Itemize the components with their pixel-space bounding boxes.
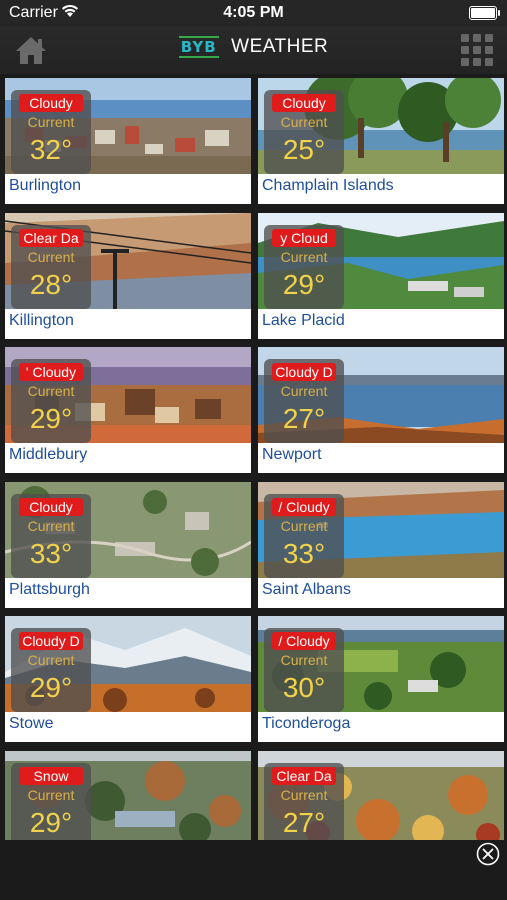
- weather-badge: Cloudy Current 25°: [264, 90, 344, 174]
- city-name: Plattsburgh: [9, 580, 90, 598]
- city-name: Saint Albans: [262, 580, 351, 598]
- weather-badge: Cloudy Current 32°: [11, 90, 91, 174]
- location-tile[interactable]: Clear Da Current 28° Killington: [5, 212, 251, 339]
- close-icon[interactable]: [476, 842, 500, 866]
- current-label: Current: [27, 517, 75, 534]
- weather-badge: Snow Current 29°: [11, 762, 91, 840]
- location-tile[interactable]: y Cloud Current 29° Lake Placid: [258, 212, 504, 339]
- temperature: 25°: [282, 134, 326, 165]
- weather-badge: Cloudy D Current 27°: [264, 359, 344, 443]
- condition-label: Cloudy D: [19, 632, 83, 650]
- condition-label: / Cloudy: [272, 497, 336, 516]
- location-tile[interactable]: / Cloudy Current 30° Ticonderoga: [258, 616, 504, 742]
- location-tile[interactable]: Cloudy Current 33° Plattsburgh: [5, 481, 251, 608]
- city-name: Stowe: [9, 715, 54, 732]
- city-name: Champlain Islands: [262, 177, 394, 194]
- weather-badge: Clear Da Current 28°: [11, 224, 91, 309]
- page-title: WEATHER: [231, 36, 329, 57]
- temperature: 29°: [282, 268, 326, 300]
- temperature: 32°: [29, 134, 73, 165]
- byb-logo: BYB: [178, 36, 219, 58]
- city-name: Middlebury: [9, 446, 88, 463]
- weather-badge: / Cloudy Current 30°: [264, 628, 344, 712]
- location-tile[interactable]: Cloudy D Current 29° Stowe: [5, 616, 251, 742]
- temperature: 29°: [29, 403, 73, 434]
- nav-bar: BYB WEATHER: [0, 26, 507, 74]
- weather-badge: ' Cloudy Current 29°: [11, 359, 91, 443]
- current-label: Current: [27, 248, 75, 265]
- current-label: Current: [27, 652, 75, 668]
- condition-label: Cloudy: [272, 94, 336, 112]
- temperature: 28°: [29, 268, 73, 300]
- condition-label: Clear Da: [19, 228, 83, 247]
- location-tile[interactable]: Cloudy Current 32° Burlington: [5, 78, 251, 204]
- current-label: Current: [27, 786, 75, 803]
- location-grid: Cloudy Current 32° Burlington Cloudy Current…: [0, 74, 507, 840]
- temperature: 29°: [29, 806, 73, 838]
- condition-label: y Cloud: [272, 228, 336, 247]
- weather-badge: y Cloud Current 29°: [264, 224, 344, 309]
- condition-label: ' Cloudy: [19, 363, 83, 381]
- current-label: Current: [280, 383, 328, 399]
- condition-label: / Cloudy: [272, 632, 336, 650]
- temperature: 33°: [29, 537, 73, 569]
- location-tile[interactable]: ' Cloudy Current 29° Middlebury: [5, 347, 251, 473]
- clock: 4:05 PM: [223, 4, 284, 21]
- temperature: 29°: [29, 672, 73, 703]
- condition-label: Snow: [19, 766, 83, 785]
- location-tile[interactable]: Clear Da Current 27°: [258, 750, 504, 840]
- temperature: 27°: [282, 806, 326, 838]
- condition-label: Cloudy: [19, 497, 83, 516]
- location-tile[interactable]: / Cloudy Current 33° Saint Albans: [258, 481, 504, 608]
- nav-title-group: BYB WEATHER: [0, 36, 507, 58]
- current-label: Current: [280, 114, 328, 130]
- condition-label: Cloudy: [19, 94, 83, 112]
- current-label: Current: [27, 114, 75, 130]
- city-name: Lake Placid: [262, 311, 345, 329]
- temperature: 30°: [282, 672, 326, 703]
- temperature: 33°: [282, 537, 326, 569]
- location-tile[interactable]: Snow Current 29°: [5, 750, 251, 840]
- status-bar: Carrier 4:05 PM: [0, 0, 507, 26]
- condition-label: Clear Da: [272, 766, 336, 785]
- city-name: Newport: [262, 446, 322, 463]
- location-tile[interactable]: Cloudy Current 25° Champlain Islands: [258, 78, 504, 204]
- weather-badge: Cloudy Current 33°: [11, 493, 91, 578]
- weather-badge: Cloudy D Current 29°: [11, 628, 91, 712]
- current-label: Current: [280, 786, 328, 803]
- city-name: Killington: [9, 311, 74, 329]
- current-label: Current: [280, 652, 328, 668]
- current-label: Current: [280, 248, 328, 265]
- current-label: Current: [280, 517, 328, 534]
- condition-label: Cloudy D: [272, 363, 336, 381]
- weather-badge: / Cloudy Current 33°: [264, 493, 344, 578]
- battery-icon: [469, 6, 500, 20]
- current-label: Current: [27, 383, 75, 399]
- city-name: Burlington: [9, 177, 82, 194]
- weather-badge: Clear Da Current 27°: [264, 762, 344, 840]
- temperature: 27°: [282, 403, 326, 434]
- bottom-bar: [0, 840, 507, 900]
- location-tile[interactable]: Cloudy D Current 27° Newport: [258, 347, 504, 473]
- grid-menu-icon[interactable]: [461, 34, 493, 66]
- city-name: Ticonderoga: [262, 715, 351, 732]
